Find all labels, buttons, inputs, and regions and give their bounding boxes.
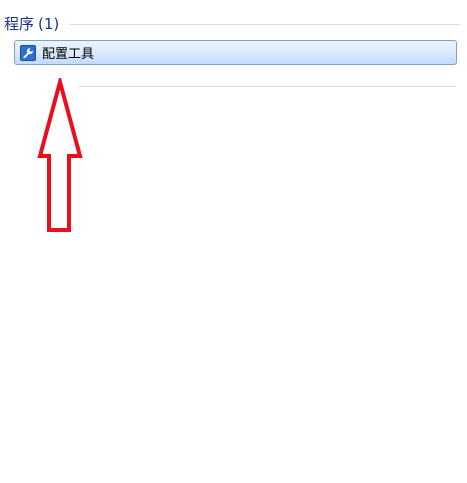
wrench-icon — [20, 44, 36, 61]
programs-group-header[interactable]: 程序 (1) — [4, 12, 460, 34]
group-title: 程序 (1) — [4, 13, 59, 34]
group-title-text: 程序 — [4, 14, 35, 33]
group-count: (1) — [38, 14, 60, 33]
result-item-config-tool[interactable]: 配置工具 — [14, 40, 457, 65]
results-separator — [79, 86, 455, 87]
result-item-label: 配置工具 — [42, 47, 95, 62]
search-results-panel: 程序 (1) 配置工具 — [0, 0, 467, 483]
group-divider — [69, 23, 460, 25]
red-up-arrow-icon — [37, 78, 83, 232]
